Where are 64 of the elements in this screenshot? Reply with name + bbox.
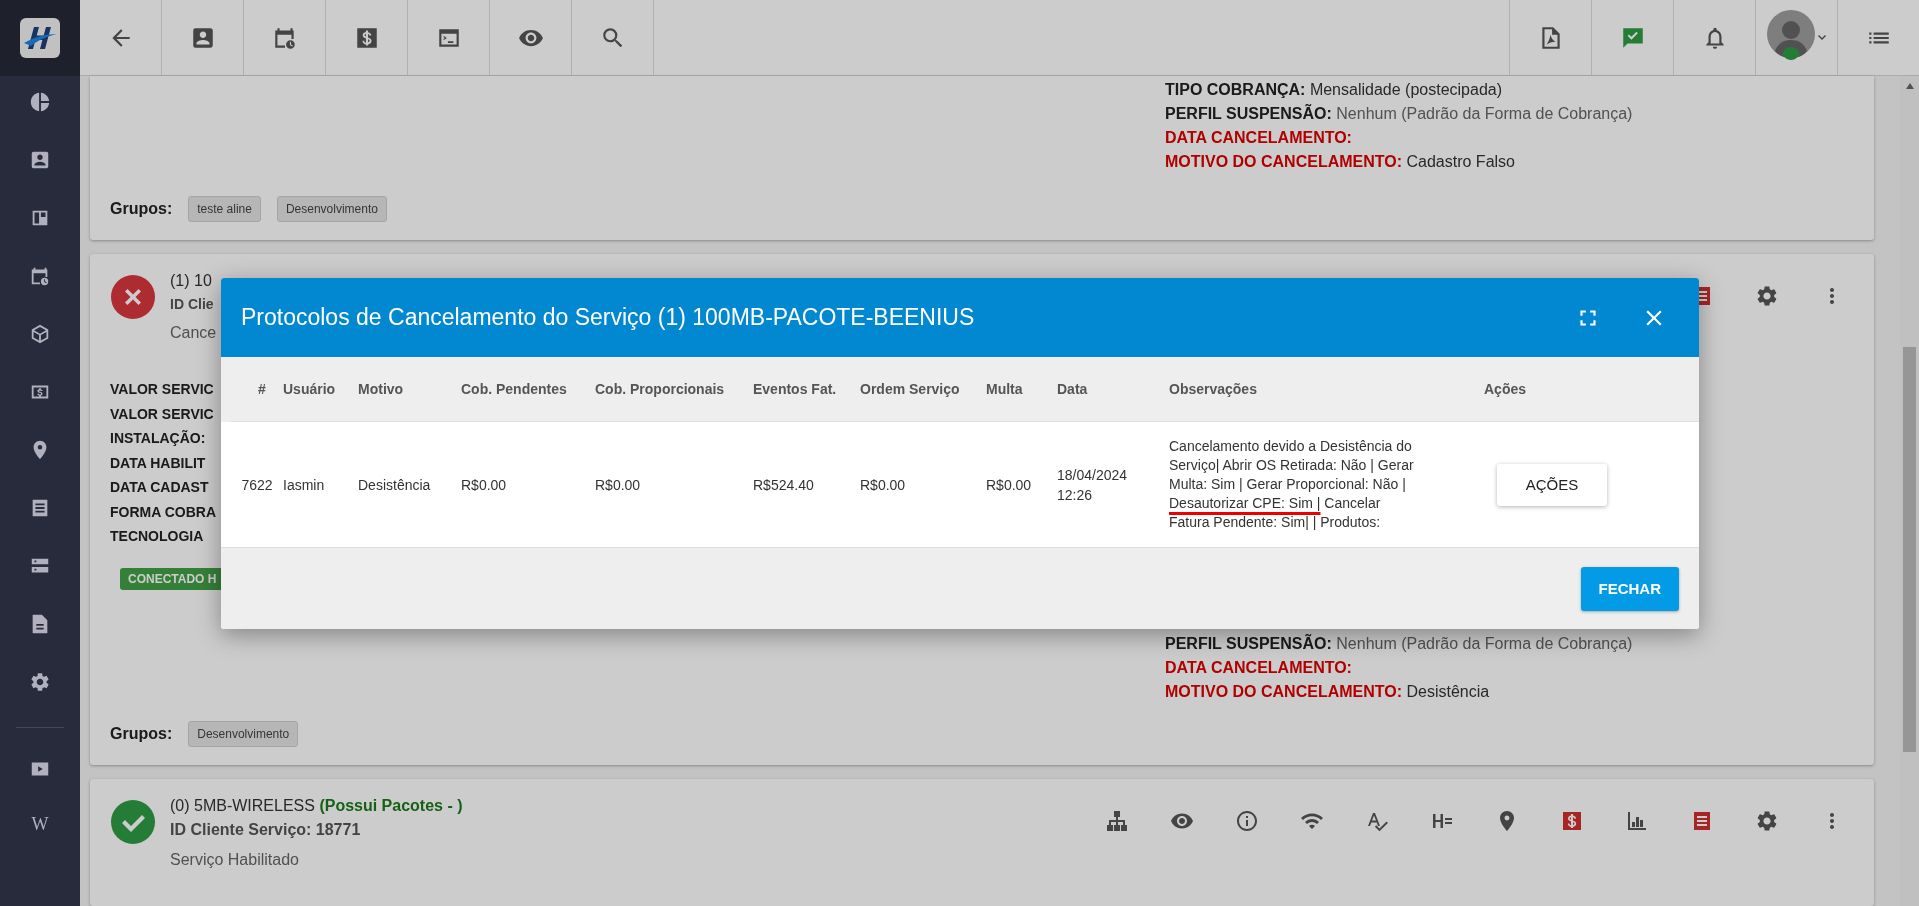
group-tag: teste aline [188,196,261,222]
observation-text: Cancelamento devido a Desistência do Serviço| Abrir OS Retirada: Não | Gerar Multa: Sim | Gerar Proporcional: Não | Desautorizar CPE: Sim | Cancelar Fatura Pendente: Sim| | Produtos: [1169,437,1415,532]
calendar-icon[interactable] [29,265,51,287]
groups-label: Grupos: [110,725,173,743]
dollar-icon[interactable] [1560,809,1584,833]
table-cell: Iasmin [283,476,325,493]
settings-icon[interactable] [1755,809,1779,833]
chart-icon[interactable] [1625,809,1649,833]
dialog-title: Protocolos de Cancelamento do Serviço (1) 100MB-PACOTE-BEENIUS [241,304,976,331]
field-label: VALOR SERVIC [110,380,214,399]
column-header: Cob. Pendentes [461,381,567,397]
groups-label: Grupos: [110,200,173,218]
detail-line: PERFIL SUSPENSÃO: Nenhum (Padrão da Forma de Cobrança) [1165,634,1634,653]
table-cell: R$0.00 [986,476,1032,493]
field-label: DATA CADAST [110,478,209,497]
column-header: Eventos Fat. [753,381,837,397]
table-cell: R$524.40 [753,476,814,493]
field-label: TECNOLOGIA [110,527,204,546]
service-status: Cance [170,324,218,342]
table-cell: Desistência [358,476,431,493]
error-icon [110,274,156,320]
actions-button[interactable]: AÇÕES [1497,463,1607,506]
service-status: Serviço Habilitado [170,851,300,869]
group-tag: Desenvolvimento [188,721,299,747]
table-cell: R$0.00 [461,476,507,493]
column-header: Usuário [283,381,336,397]
contact-icon[interactable] [29,149,51,171]
service-title: (0) 5MB-WIRELESS (Possui Pacotes - ) [170,797,464,815]
group-tag: Desenvolvimento [276,196,387,222]
detail-line: PERFIL SUSPENSÃO: Nenhum (Padrão da Forma de Cobrança) [1165,104,1634,123]
service-title: (1) 10 [170,272,213,290]
column-header: Ações [1484,381,1527,397]
logo-icon[interactable] [20,18,60,58]
column-header: # [258,381,266,397]
table-cell: 7622 [241,476,273,493]
detail-line: DATA CANCELAMENTO: [1165,658,1353,677]
service-id: ID Clie [170,296,215,312]
scroll-up-icon[interactable] [1904,82,1915,90]
detail-line: TIPO COBRANÇA: Mensalidade (postecipada) [1165,80,1503,99]
table-cell: R$0.00 [595,476,641,493]
column-header: Multa [986,381,1023,397]
settings-icon[interactable] [1755,284,1779,308]
service-id: ID Cliente Serviço: 18771 [170,821,362,839]
detail-line: DATA CANCELAMENTO: [1165,128,1353,147]
settings-icon[interactable] [29,671,51,693]
field-label: FORMA COBRA [110,502,217,521]
column-header: Ordem Serviço [860,381,960,397]
column-header: Data [1057,381,1088,397]
column-header: Observações [1169,381,1257,397]
table-cell-text: 18/04/2024 12:26 [1057,465,1129,505]
column-header: Cob. Proporcionais [595,381,725,397]
detail-line: MOTIVO DO CANCELAMENTO: Desistência [1165,682,1491,701]
field-label: VALOR SERVIC [110,404,214,423]
cube-icon[interactable] [29,323,51,345]
info-icon[interactable] [1235,809,1259,833]
field-label: DATA HABILIT [110,453,206,472]
sitemap-icon[interactable] [1105,809,1129,833]
detail-line: MOTIVO DO CANCELAMENTO: Cadastro Falso [1165,152,1516,171]
wiki-link[interactable]: W [31,814,49,835]
pie-chart-icon[interactable] [29,91,51,113]
field-label: INSTALAÇÃO: [110,429,206,448]
table-cell: R$0.00 [860,476,906,493]
check-icon [110,799,156,845]
column-header: Motivo [358,381,404,397]
